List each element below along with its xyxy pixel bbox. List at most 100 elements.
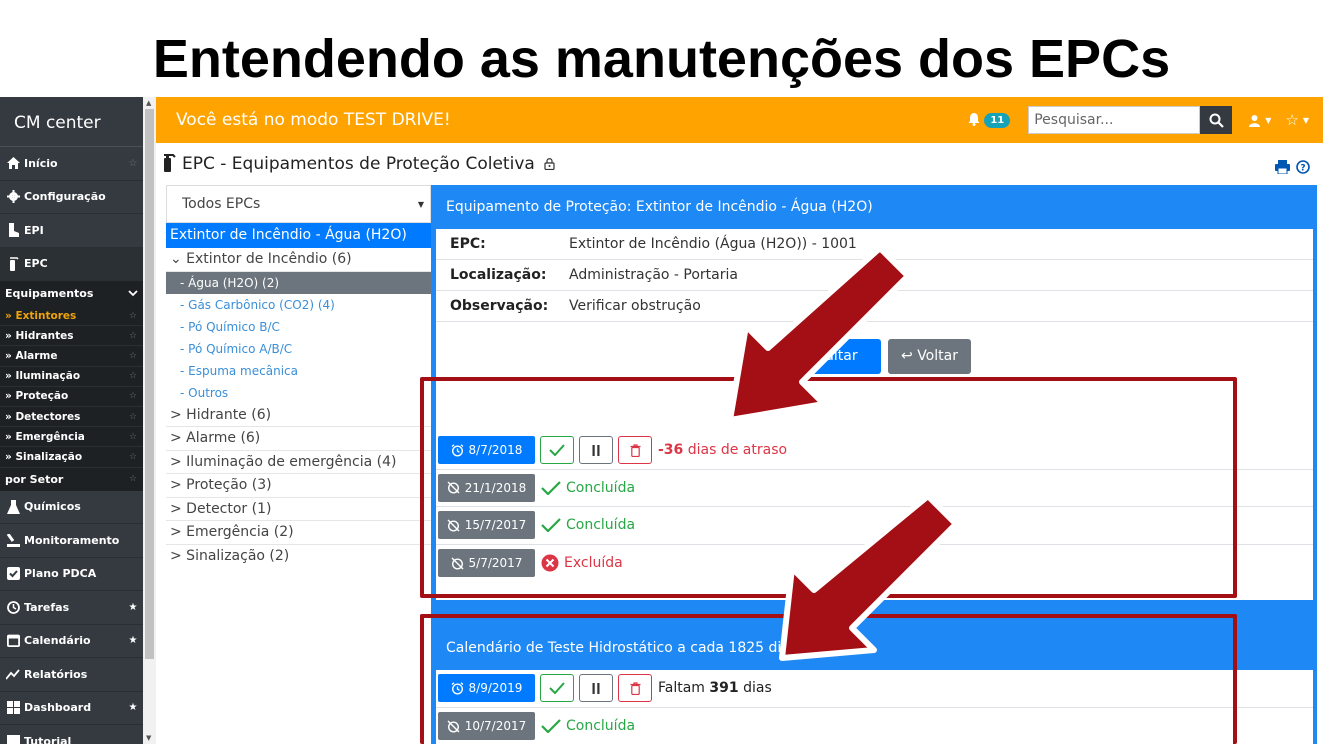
submenu-item-sinalizacao[interactable]: » Sinalização ☆	[0, 447, 143, 468]
tree-leaf[interactable]: - Espuma mecânica	[166, 360, 431, 382]
nav-calendario[interactable]: Calendário ★	[0, 625, 143, 658]
star-icon[interactable]: ☆	[123, 452, 143, 462]
sidebar: CM center Início ☆ Configuração EPI EPC …	[0, 97, 143, 744]
star-icon[interactable]: ☆	[123, 474, 143, 484]
nav-plano-pdca[interactable]: Plano PDCA	[0, 558, 143, 591]
star-icon[interactable]: ☆	[123, 371, 143, 381]
page-header: EPC - Equipamentos de Proteção Coletiva …	[160, 145, 1320, 183]
nav-tutorial[interactable]: Tutorial	[0, 725, 143, 744]
tree-selected-item[interactable]: Extintor de Incêndio - Água (H2O)	[166, 222, 431, 248]
star-outline-icon: ☆	[1285, 111, 1299, 129]
star-icon[interactable]: ☆	[123, 391, 143, 401]
submenu-item-por-setor[interactable]: por Setor ☆	[0, 467, 143, 491]
caret-down-icon: ▼	[417, 199, 424, 209]
boot-icon	[5, 223, 21, 238]
tree-leaf[interactable]: - Pó Químico A/B/C	[166, 338, 431, 360]
nav-inicio[interactable]: Início ☆	[0, 147, 143, 181]
star-filled-icon[interactable]: ★	[123, 635, 143, 646]
annotation-arrow-1	[727, 245, 911, 423]
tree-leaf[interactable]: - Pó Químico B/C	[166, 316, 431, 338]
extinguisher-icon	[160, 152, 176, 176]
caret-down-icon: ▼	[1302, 115, 1309, 125]
search-button[interactable]	[1200, 106, 1233, 134]
slide-title: Entendendo as manutenções dos EPCs	[152, 29, 1171, 89]
brand: CM center	[0, 97, 143, 147]
scroll-thumb[interactable]	[145, 109, 154, 659]
star-icon[interactable]: ☆	[123, 311, 143, 321]
scroll-up-icon[interactable]: ▲	[146, 99, 151, 107]
notifications[interactable]: 11	[967, 111, 1011, 130]
nav-epc[interactable]: EPC	[0, 247, 143, 281]
nav-label: EPC	[24, 257, 48, 271]
star-icon[interactable]: ☆	[123, 432, 143, 442]
nav-quimicos[interactable]: Químicos	[0, 491, 143, 524]
nav-label: Configuração	[24, 190, 106, 204]
submenu-item-hidrantes[interactable]: » Hidrantes ☆	[0, 326, 143, 347]
epc-filter-select[interactable]: Todos EPCs ▼	[166, 185, 431, 223]
submenu-item-emergencia[interactable]: » Emergência ☆	[0, 427, 143, 448]
tree-group[interactable]: > Iluminação de emergência (4)	[166, 451, 431, 474]
star-filled-icon[interactable]: ★	[123, 702, 143, 713]
help-icon[interactable]: ?	[1296, 159, 1310, 178]
submenu-item-iluminacao[interactable]: » Iluminação ☆	[0, 366, 143, 387]
star-icon[interactable]: ☆	[123, 158, 143, 169]
microscope-icon	[5, 533, 21, 547]
tree-leaf[interactable]: - Gás Carbônico (CO2) (4)	[166, 294, 431, 316]
nav-label: EPI	[24, 223, 44, 237]
checkbox-icon	[5, 567, 21, 581]
tree-leaf[interactable]: - Outros	[166, 382, 431, 404]
tree-group[interactable]: > Alarme (6)	[166, 427, 431, 451]
lock-icon[interactable]	[544, 155, 555, 174]
tree-group[interactable]: > Emergência (2)	[166, 521, 431, 545]
star-icon[interactable]: ☆	[123, 351, 143, 361]
tree-group-extintor[interactable]: ⌄ Extintor de Incêndio (6)	[166, 248, 431, 272]
star-filled-icon[interactable]: ★	[123, 602, 143, 613]
tree-group[interactable]: > Sinalização (2)	[166, 545, 431, 569]
page-title: EPC - Equipamentos de Proteção Coletiva	[182, 154, 535, 174]
nav-label: Início	[24, 156, 58, 170]
topbar: Você está no modo TEST DRIVE! 11 ▼ ☆ ▼	[156, 97, 1323, 143]
panel-header: Equipamento de Proteção: Extintor de Inc…	[446, 199, 873, 215]
nav-configuracao[interactable]: Configuração	[0, 181, 143, 214]
home-icon	[5, 157, 21, 170]
star-icon[interactable]: ☆	[123, 331, 143, 341]
svg-text:?: ?	[1300, 164, 1305, 174]
test-drive-message: Você está no modo TEST DRIVE!	[176, 110, 451, 130]
user-icon	[1249, 114, 1261, 127]
nav-dashboard[interactable]: Dashboard ★	[0, 692, 143, 725]
tree-leaf[interactable]: - Água (H2O) (2)	[166, 271, 431, 294]
extinguisher-icon	[5, 256, 21, 272]
annotation-arrow-2	[779, 493, 959, 661]
user-menu[interactable]: ▼	[1248, 114, 1271, 127]
print-icon[interactable]	[1275, 159, 1290, 178]
submenu-item-protecao[interactable]: » Proteção ☆	[0, 386, 143, 407]
nav-epi[interactable]: EPI	[0, 214, 143, 248]
tree-group[interactable]: > Proteção (3)	[166, 474, 431, 498]
gear-icon	[5, 190, 21, 204]
dashboard-icon	[5, 701, 21, 715]
calendar-icon	[5, 634, 21, 648]
tree-group[interactable]: > Detector (1)	[166, 498, 431, 521]
nav-monitoramento[interactable]: Monitoramento	[0, 524, 143, 558]
bell-icon	[967, 111, 981, 130]
nav-tarefas[interactable]: Tarefas ★	[0, 591, 143, 625]
chart-line-icon	[5, 668, 21, 680]
sidebar-scrollbar[interactable]: ▲ ▼	[143, 97, 156, 744]
submenu-header[interactable]: Equipamentos	[0, 281, 143, 306]
submenu-item-detectores[interactable]: » Detectores ☆	[0, 406, 143, 428]
nav-relatorios[interactable]: Relatórios	[0, 658, 143, 692]
submenu-item-extintores[interactable]: » Extintores ☆	[0, 306, 143, 327]
notification-badge: 11	[984, 112, 1011, 128]
search-box	[1028, 106, 1233, 134]
star-icon[interactable]: ☆	[123, 412, 143, 422]
flask-icon	[5, 499, 21, 514]
tree-group[interactable]: > Hidrante (6)	[166, 404, 431, 427]
favorites-menu[interactable]: ☆ ▼	[1285, 111, 1309, 129]
epc-filter-value: Todos EPCs	[182, 196, 261, 212]
search-input[interactable]	[1028, 106, 1201, 134]
book-icon	[5, 735, 21, 744]
chevron-down-icon	[123, 287, 143, 300]
scroll-down-icon[interactable]: ▼	[146, 734, 151, 742]
page-tools: ?	[1275, 159, 1310, 178]
submenu-item-alarme[interactable]: » Alarme ☆	[0, 346, 143, 367]
